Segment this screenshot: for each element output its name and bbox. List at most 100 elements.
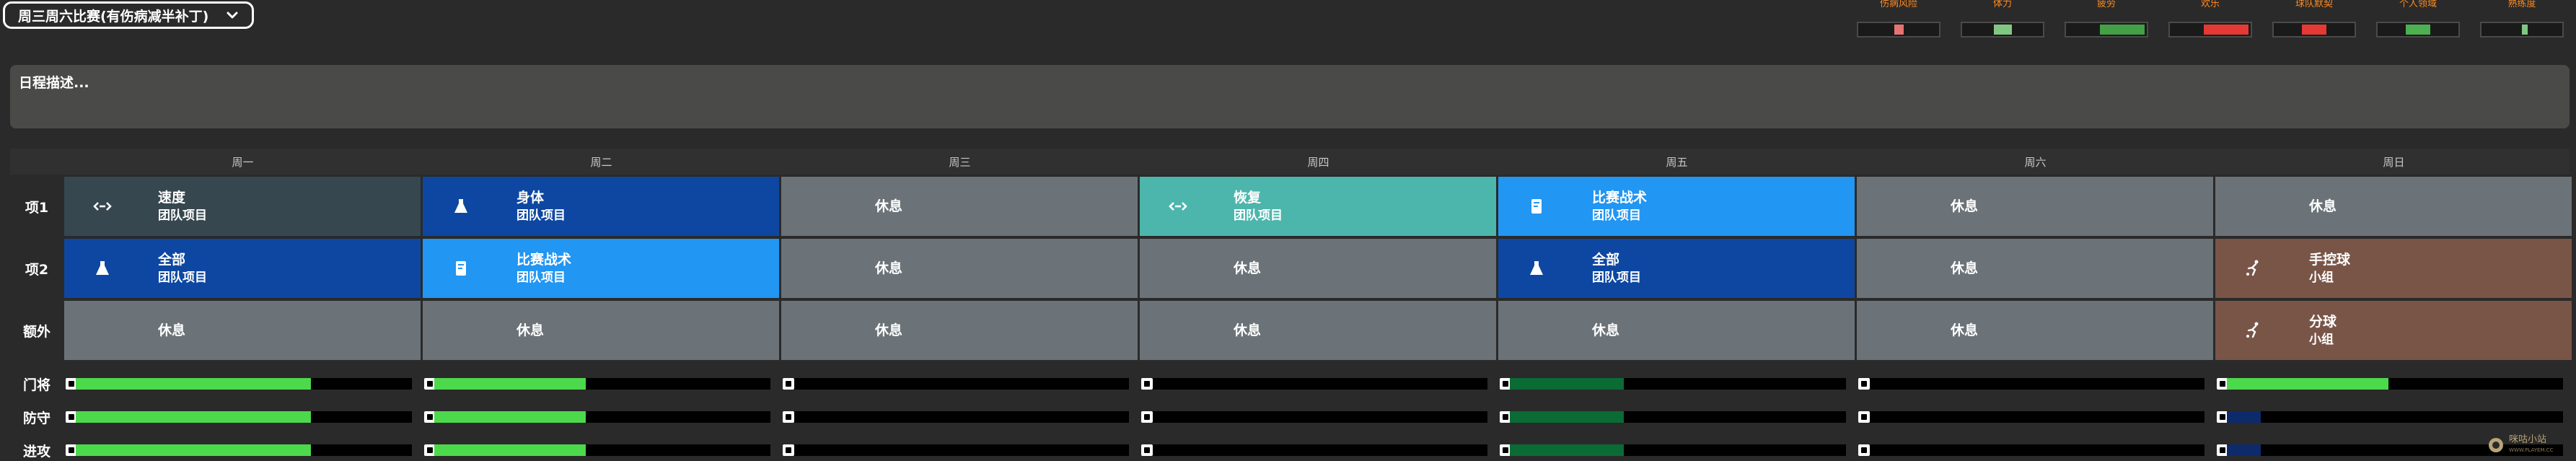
schedule-cell[interactable]: 分球 小组 xyxy=(2215,301,2572,360)
include-checkbox[interactable] xyxy=(1858,411,1870,423)
schedule-cell[interactable]: 全部 团队项目 xyxy=(1498,239,1855,298)
session-title: 休息 xyxy=(1234,260,1262,276)
progress-fill xyxy=(434,411,586,423)
position-progress-bar xyxy=(1141,378,1487,390)
position-label: 门将 xyxy=(22,377,50,393)
flask-icon xyxy=(93,259,112,278)
session-title: 休息 xyxy=(875,198,903,214)
flask-icon xyxy=(1527,259,1546,278)
chevron-down-icon xyxy=(227,12,238,19)
progress-fill xyxy=(2227,411,2261,423)
session-title: 分球 xyxy=(2309,314,2337,330)
schedule-dropdown-label: 周三周六比赛(有伤病减半补丁) xyxy=(18,8,209,25)
schedule-cell[interactable]: 休息 xyxy=(781,301,1138,360)
session-type: 小组 xyxy=(2309,271,2334,285)
schedule-cell[interactable]: 比赛战术 团队项目 xyxy=(1498,177,1855,236)
schedule-description-field[interactable]: 日程描述... xyxy=(10,65,2570,128)
session-title: 比赛战术 xyxy=(516,252,572,268)
stat-bar-fill xyxy=(2406,25,2430,35)
session-title: 休息 xyxy=(516,322,545,338)
session-type: 团队项目 xyxy=(516,271,566,285)
progress-fill xyxy=(76,411,311,423)
description-placeholder: 日程描述... xyxy=(19,75,89,91)
stat-bar-fill xyxy=(2302,25,2326,35)
schedule-cell[interactable]: 休息 xyxy=(1857,177,2213,236)
schedule-cell[interactable]: 身体 团队项目 xyxy=(423,177,779,236)
day-header: 周三 xyxy=(949,155,971,169)
schedule-cell[interactable]: 休息 xyxy=(1498,301,1855,360)
position-progress-bar xyxy=(1858,378,2204,390)
schedule-cell[interactable]: 休息 xyxy=(1857,301,2213,360)
progress-fill xyxy=(434,444,586,456)
include-checkbox[interactable] xyxy=(783,378,794,390)
schedule-cell[interactable]: 休息 xyxy=(781,177,1138,236)
stat-bar xyxy=(1857,22,1940,38)
stat-bar xyxy=(1961,22,2044,38)
speed-icon xyxy=(1169,197,1187,216)
tactics-board-icon xyxy=(452,259,470,278)
schedule-cell[interactable]: 休息 xyxy=(64,301,421,360)
row-label: 额外 xyxy=(22,323,50,340)
session-type: 团队项目 xyxy=(158,208,207,223)
stat-4: 球队默契 xyxy=(2272,0,2356,40)
watermark-url: WWW.PLAYEM.CC xyxy=(2509,447,2554,453)
player-kick-icon xyxy=(2244,259,2263,278)
schedule-cell[interactable]: 手控球 小组 xyxy=(2215,239,2572,298)
include-checkbox[interactable] xyxy=(1858,444,1870,456)
schedule-cell[interactable]: 休息 xyxy=(423,301,779,360)
progress-fill xyxy=(76,378,311,390)
schedule-cell[interactable]: 速度 团队项目 xyxy=(64,177,421,236)
stat-bar-fill xyxy=(1994,25,2012,35)
day-header: 周二 xyxy=(590,155,612,169)
schedule-cell[interactable]: 休息 xyxy=(1857,239,2213,298)
schedule-cell[interactable]: 休息 xyxy=(781,239,1138,298)
schedule-cell[interactable]: 休息 xyxy=(1140,239,1496,298)
stat-label: 欢乐 xyxy=(2200,0,2220,9)
include-checkbox[interactable] xyxy=(783,444,794,456)
stat-bar-fill xyxy=(2100,25,2145,35)
row-label: 项1 xyxy=(25,199,49,216)
session-title: 休息 xyxy=(1234,322,1262,338)
stat-bar-fill xyxy=(2204,25,2248,35)
session-title: 休息 xyxy=(875,260,903,276)
progress-fill xyxy=(2227,444,2261,456)
speed-icon xyxy=(93,197,112,216)
session-title: 休息 xyxy=(1951,260,1979,276)
position-progress-bar xyxy=(783,411,1129,423)
stat-label: 体力 xyxy=(1992,0,2012,9)
position-progress-bar xyxy=(1141,444,1487,456)
schedule-cell[interactable]: 休息 xyxy=(1140,301,1496,360)
schedule-cell[interactable]: 全部 团队项目 xyxy=(64,239,421,298)
schedule-cell[interactable]: 休息 xyxy=(2215,177,2572,236)
session-title: 休息 xyxy=(1951,198,1979,214)
training-schedule-screen: 周三周六比赛(有伤病减半补丁) 伤病风险 体力 疲劳 欢乐 球队默契 个人领域 熟练度 日程… xyxy=(0,0,2576,461)
schedule-cell[interactable]: 比赛战术 团队项目 xyxy=(423,239,779,298)
schedule-dropdown[interactable]: 周三周六比赛(有伤病减半补丁) xyxy=(3,1,254,29)
stat-5: 个人领域 xyxy=(2376,0,2460,40)
day-header: 周日 xyxy=(2383,155,2405,169)
schedule-cell[interactable]: 恢复 团队项目 xyxy=(1140,177,1496,236)
stat-bar xyxy=(2168,22,2252,38)
include-checkbox[interactable] xyxy=(783,411,794,423)
position-progress-bar xyxy=(66,444,412,456)
include-checkbox[interactable] xyxy=(1141,378,1153,390)
stat-0: 伤病风险 xyxy=(1857,0,1940,40)
position-progress-bar xyxy=(1500,378,1846,390)
position-progress-bar xyxy=(2217,411,2563,423)
progress-fill xyxy=(1510,411,1624,423)
stat-label: 个人领域 xyxy=(2399,0,2437,9)
watermark-name: 咪咕小站 xyxy=(2509,434,2547,445)
session-title: 速度 xyxy=(158,190,186,206)
session-title: 休息 xyxy=(2309,198,2337,214)
session-title: 休息 xyxy=(1592,322,1620,338)
day-header: 周四 xyxy=(1307,155,1329,169)
include-checkbox[interactable] xyxy=(1141,444,1153,456)
session-title: 比赛战术 xyxy=(1592,190,1648,206)
session-type: 小组 xyxy=(2309,333,2334,347)
position-progress-bar xyxy=(66,411,412,423)
position-progress-bar xyxy=(1858,444,2204,456)
session-type: 团队项目 xyxy=(1592,208,1641,223)
stat-3: 欢乐 xyxy=(2168,0,2252,40)
include-checkbox[interactable] xyxy=(1141,411,1153,423)
include-checkbox[interactable] xyxy=(1858,378,1870,390)
